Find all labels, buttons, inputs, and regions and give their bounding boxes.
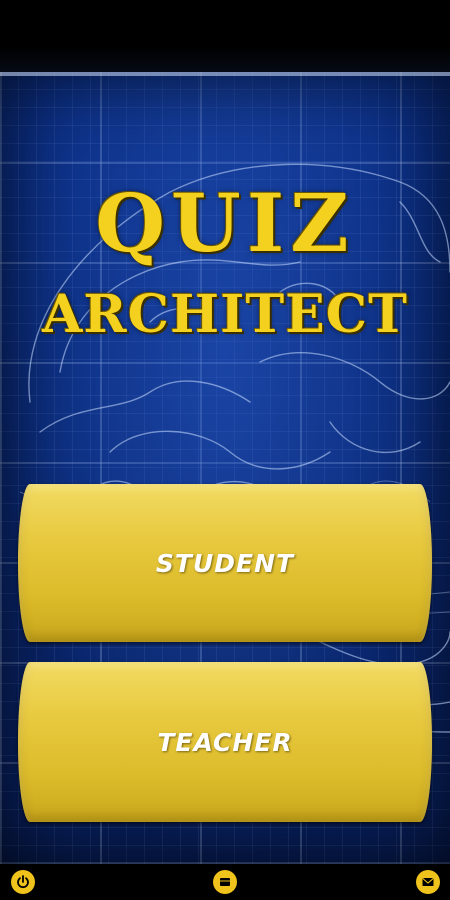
student-button[interactable]: STUDENT (18, 484, 432, 642)
app-title-architect: ARCHITECT (42, 284, 408, 345)
status-bar (0, 0, 450, 72)
mail-icon[interactable] (416, 870, 440, 894)
power-icon[interactable] (11, 870, 35, 894)
app-title-quiz: QUIZ (95, 176, 355, 270)
teacher-button[interactable]: TEACHER (18, 662, 432, 822)
student-button-label: STUDENT (155, 548, 295, 578)
teacher-button-label: TEACHER (157, 727, 293, 757)
book-icon[interactable] (213, 870, 237, 894)
app-screen: QUIZ ARCHITECT STUDENT TEACHER (0, 0, 450, 900)
